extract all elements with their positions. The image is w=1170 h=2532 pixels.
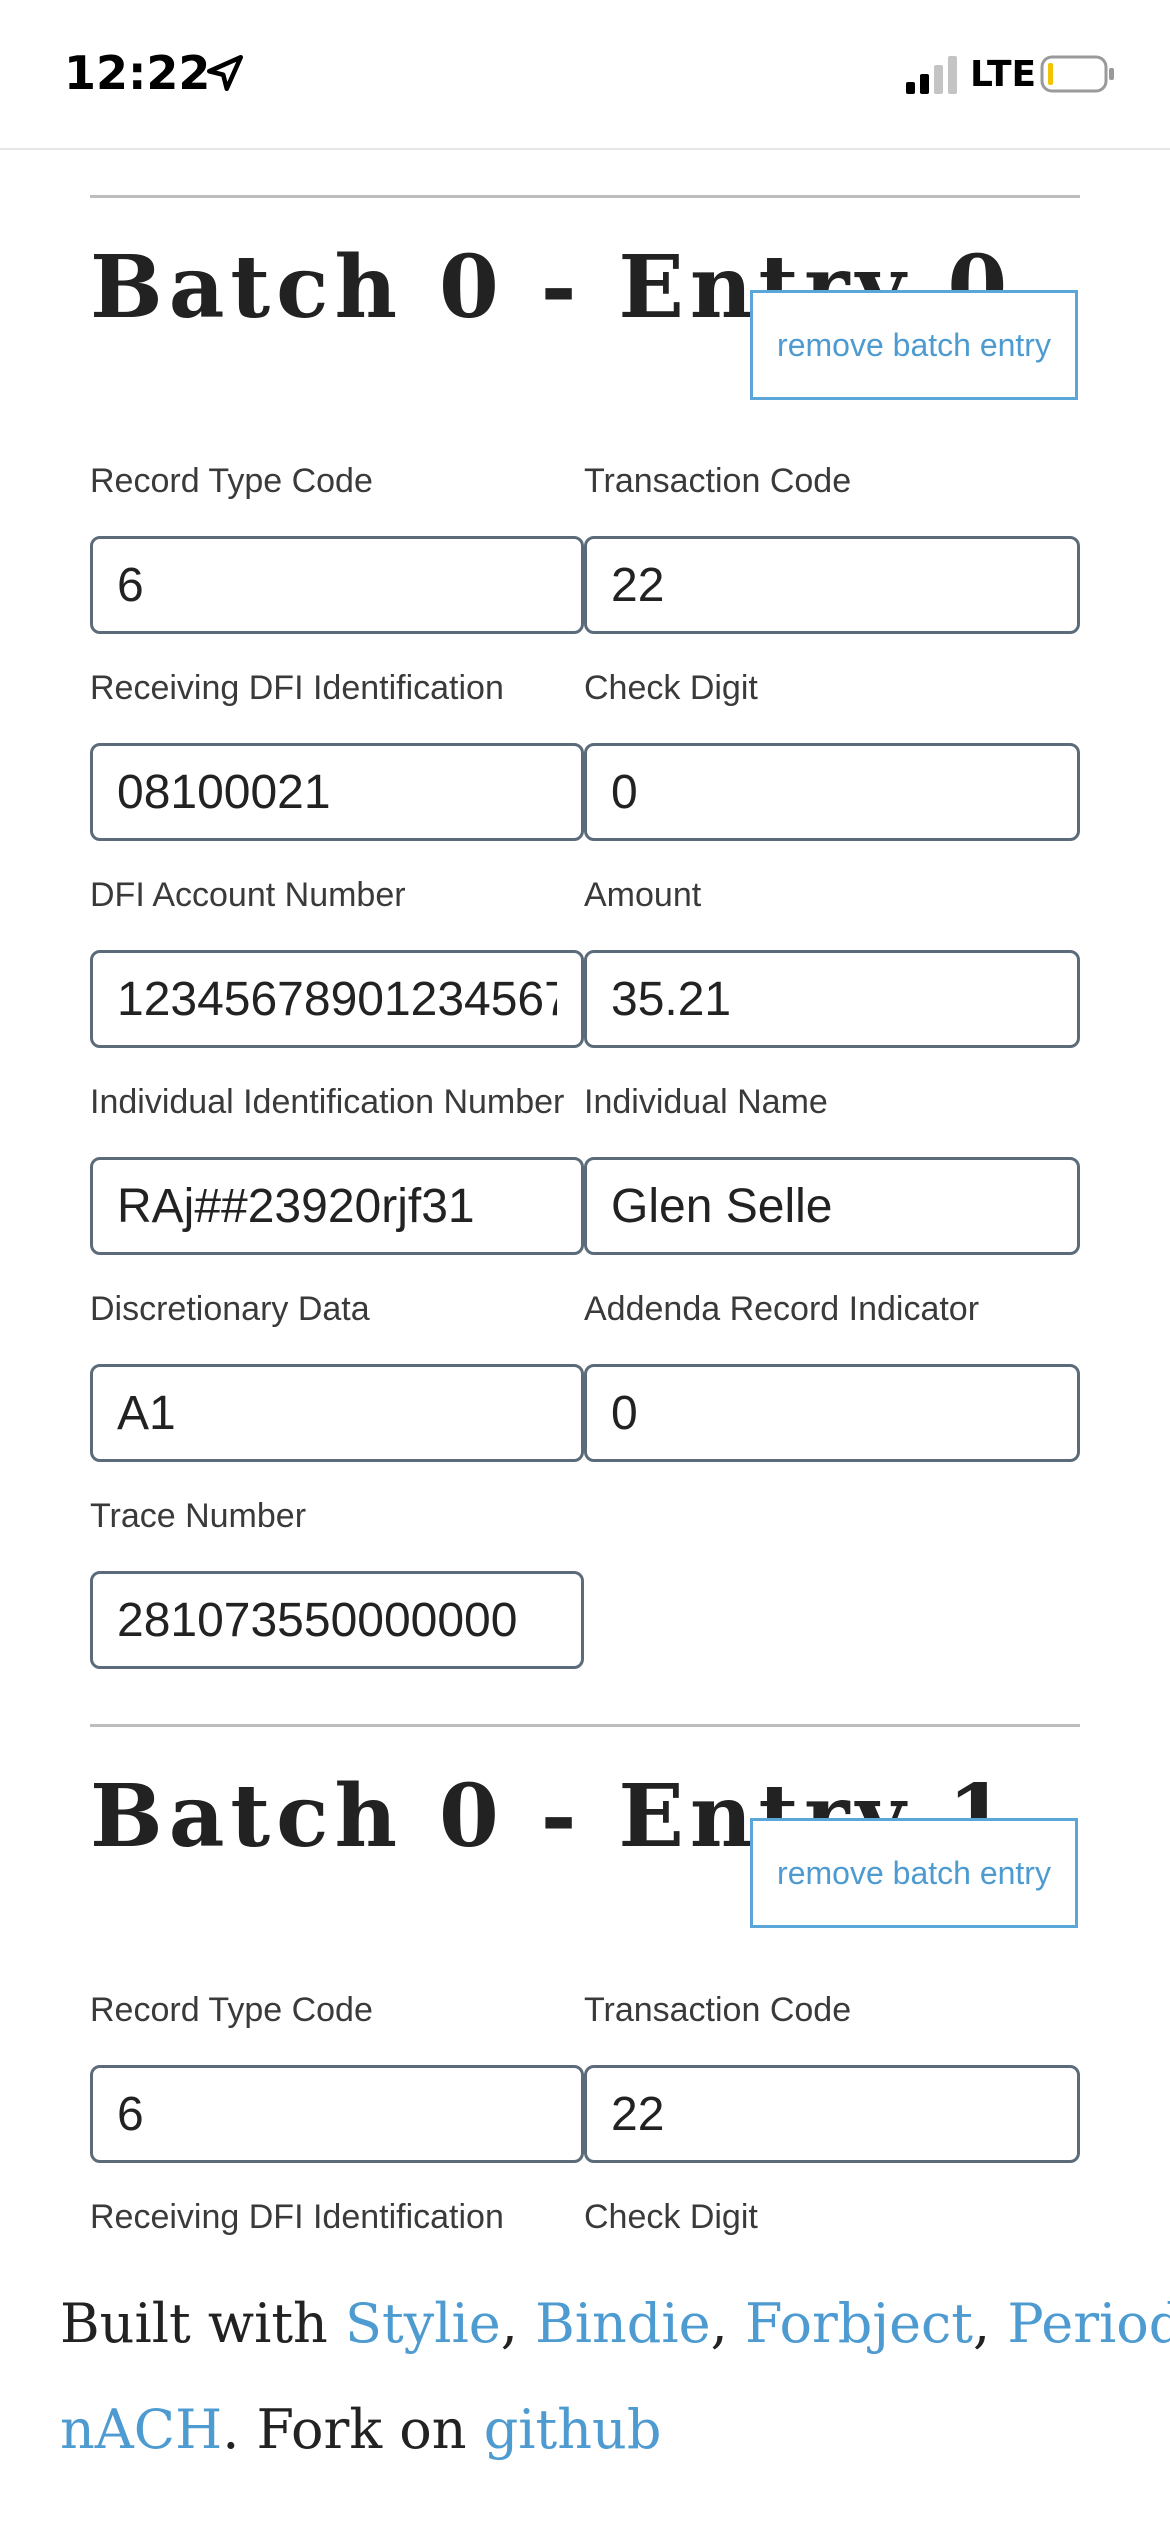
individual-id-number-input[interactable] <box>90 1157 584 1255</box>
transaction-code-input[interactable] <box>584 536 1080 634</box>
trace-number-input[interactable] <box>90 1571 584 1669</box>
receiving-dfi-label: Receiving DFI Identification <box>90 669 504 707</box>
remove-batch-entry-button[interactable]: remove batch entry <box>750 1818 1078 1928</box>
status-time: 12:22 <box>64 46 211 100</box>
page-footer: Built with Stylie, Bindie, Forbject, Per… <box>0 2272 1170 2532</box>
battery-low-icon <box>1040 55 1114 93</box>
footer-credits-line: Built with Stylie, Bindie, Forbject, Per… <box>60 2292 1170 2355</box>
section-divider <box>90 1724 1080 1727</box>
stylie-link[interactable]: Stylie <box>345 2292 501 2355</box>
trace-number-label: Trace Number <box>90 1497 307 1535</box>
receiving-dfi-input[interactable] <box>90 743 584 841</box>
addenda-record-indicator-input[interactable] <box>584 1364 1080 1462</box>
individual-name-input[interactable] <box>584 1157 1080 1255</box>
nach-link[interactable]: nACH <box>60 2398 222 2461</box>
bindie-link[interactable]: Bindie <box>535 2292 711 2355</box>
dfi-account-number-input[interactable] <box>90 950 584 1048</box>
section-divider <box>90 195 1080 198</box>
check-digit-input[interactable] <box>584 743 1080 841</box>
check-digit-label: Check Digit <box>584 2198 758 2236</box>
check-digit-label: Check Digit <box>584 669 758 707</box>
footer-separator: , <box>710 2292 728 2355</box>
transaction-code-label: Transaction Code <box>584 462 852 500</box>
footer-fork-line: nACH. Fork on github <box>60 2398 661 2461</box>
amount-label: Amount <box>584 876 702 914</box>
record-type-code-label: Record Type Code <box>90 1991 373 2029</box>
status-bar: 12:22 LTE <box>0 0 1170 150</box>
forbject-link[interactable]: Forbject <box>745 2292 973 2355</box>
transaction-code-input[interactable] <box>584 2065 1080 2163</box>
receiving-dfi-label: Receiving DFI Identification <box>90 2198 504 2236</box>
transaction-code-label: Transaction Code <box>584 1991 852 2029</box>
footer-separator: , <box>973 2292 991 2355</box>
amount-input[interactable] <box>584 950 1080 1048</box>
record-type-code-input[interactable] <box>90 536 584 634</box>
periodic-link[interactable]: Periodic <box>1007 2292 1170 2355</box>
record-type-code-label: Record Type Code <box>90 462 373 500</box>
footer-built-with-text: Built with <box>60 2292 328 2355</box>
remove-batch-entry-button[interactable]: remove batch entry <box>750 290 1078 400</box>
network-type: LTE <box>970 54 1037 95</box>
location-arrow-icon <box>206 54 244 92</box>
record-type-code-input[interactable] <box>90 2065 584 2163</box>
github-link[interactable]: github <box>484 2398 662 2461</box>
footer-fork-text: . Fork on <box>222 2398 467 2461</box>
footer-separator: , <box>500 2292 518 2355</box>
discretionary-data-input[interactable] <box>90 1364 584 1462</box>
addenda-record-indicator-label: Addenda Record Indicator <box>584 1290 980 1328</box>
individual-name-label: Individual Name <box>584 1083 828 1121</box>
individual-id-number-label: Individual Identification Number <box>90 1083 565 1121</box>
dfi-account-number-label: DFI Account Number <box>90 876 406 914</box>
cellular-signal-icon <box>906 56 957 94</box>
discretionary-data-label: Discretionary Data <box>90 1290 370 1328</box>
